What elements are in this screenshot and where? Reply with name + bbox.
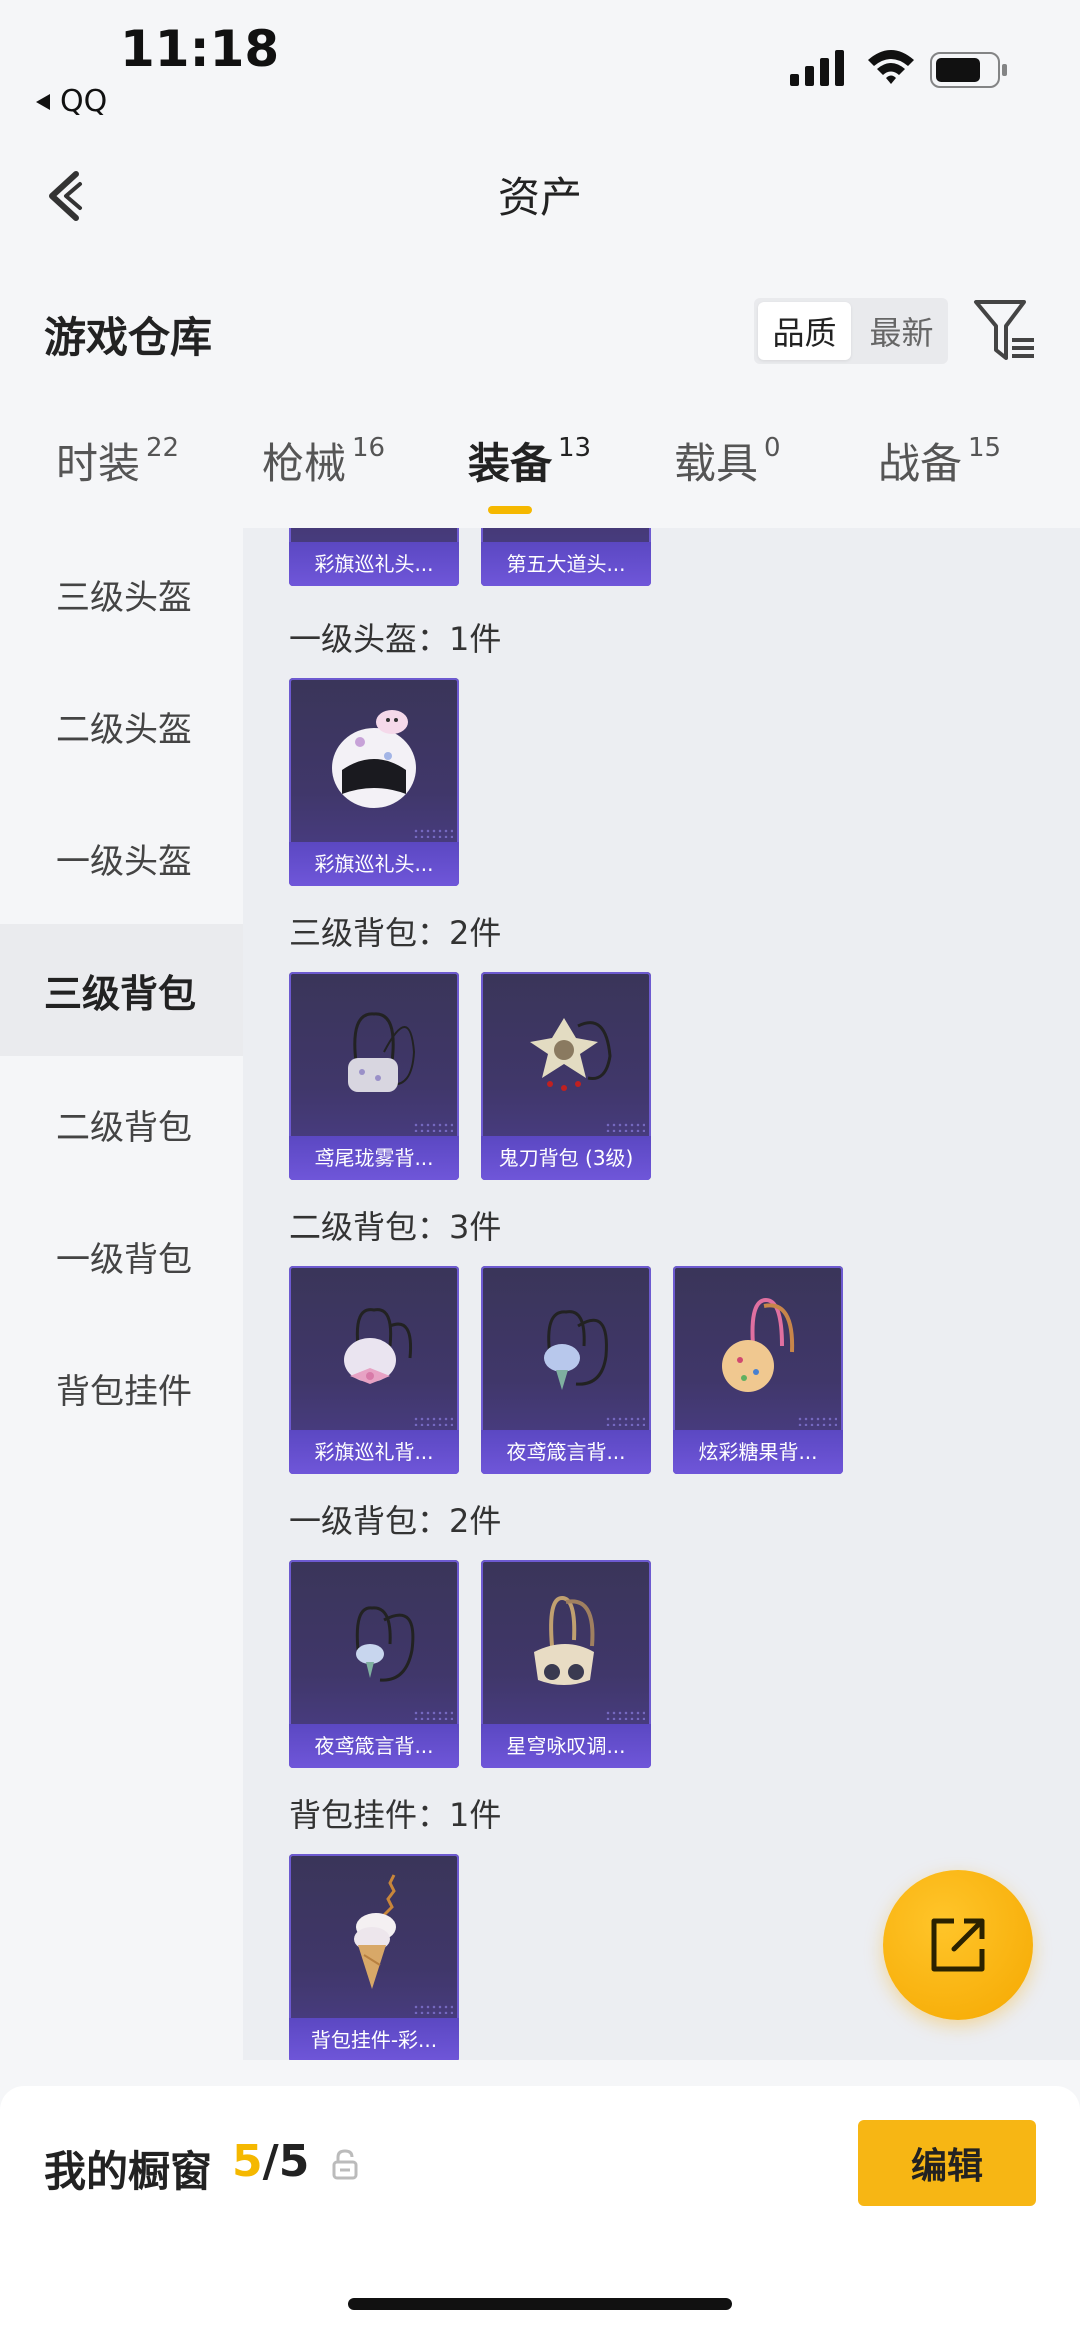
item-card[interactable]: 彩旗巡礼背... (289, 1266, 459, 1474)
sort-toggle: 品质 最新 (754, 298, 948, 364)
back-to-app[interactable]: QQ (34, 84, 107, 119)
item-card[interactable]: 彩旗巡礼头... (289, 678, 459, 886)
sidebar-item-bag-2[interactable]: 二级背包 (0, 1058, 243, 1190)
sidebar-item-bag-3[interactable]: 三级背包 (0, 924, 243, 1056)
sort-quality[interactable]: 品质 (758, 302, 851, 360)
section-title-pendant: 背包挂件：1件 (289, 1796, 502, 1834)
section-title-bag-1: 一级背包：2件 (289, 1502, 502, 1540)
backpack-icon (481, 972, 651, 1132)
item-card[interactable]: 夜鸢箴言背... (289, 1560, 459, 1768)
battery-icon (930, 52, 1007, 88)
item-name: 夜鸢箴言背... (289, 1724, 459, 1768)
tab-count: 0 (764, 433, 781, 463)
wifi-icon (868, 50, 914, 84)
item-name: 彩旗巡礼背... (289, 1430, 459, 1474)
sidebar-item-helmet-1[interactable]: 一级头盔 (0, 792, 243, 924)
back-app-label: QQ (60, 84, 108, 119)
tab-vehicles[interactable]: 载具 0 (674, 430, 781, 491)
tab-fashion[interactable]: 时装 22 (56, 430, 179, 491)
page-title: 资产 (497, 173, 582, 222)
status-bar: 11:18 QQ (0, 0, 1080, 130)
tab-count: 16 (352, 433, 386, 463)
filter-icon[interactable] (970, 296, 1040, 366)
tab-count: 13 (558, 433, 592, 463)
showcase-count-total: /5 (262, 2136, 310, 2187)
share-fab[interactable] (883, 1870, 1033, 2020)
item-card[interactable]: 夜鸢箴言背... (481, 1266, 651, 1474)
ice-cream-pendant-icon (289, 1854, 459, 2014)
item-card[interactable]: 背包挂件-彩... (289, 1854, 459, 2060)
tab-label: 枪械 (262, 439, 347, 488)
item-name: 炫彩糖果背... (673, 1430, 843, 1474)
item-name: 第五大道头... (481, 542, 651, 586)
showcase-label: 我的橱窗 (44, 2147, 213, 2196)
tab-equipment[interactable]: 装备 13 (468, 430, 592, 514)
sidebar-item-bag-1[interactable]: 一级背包 (0, 1190, 243, 1322)
item-card[interactable]: 第五大道头... (481, 528, 651, 586)
tab-count: 15 (968, 433, 1002, 463)
sort-latest[interactable]: 最新 (855, 298, 948, 364)
tab-count: 22 (146, 433, 180, 463)
backpack-icon (673, 1266, 843, 1426)
backpack-icon (481, 1266, 651, 1426)
tab-guns[interactable]: 枪械 16 (262, 430, 385, 491)
item-name: 夜鸢箴言背... (481, 1430, 651, 1474)
section-title-bag-3: 三级背包：2件 (289, 914, 502, 952)
item-card[interactable]: 彩旗巡礼头... (289, 528, 459, 586)
item-name: 鬼刀背包 (3级) (481, 1136, 651, 1180)
item-name: 彩旗巡礼头... (289, 842, 459, 886)
lock-icon (332, 2149, 358, 2180)
item-name: 星穹咏叹调... (481, 1724, 651, 1768)
item-name: 背包挂件-彩... (289, 2018, 459, 2060)
tab-label: 载具 (674, 439, 759, 488)
item-grid: 彩旗巡礼头... 第五大道头... 一级头盔：1件 彩旗巡礼头... 三级背包：… (243, 528, 1080, 2060)
category-tabs: 时装 22 枪械 16 装备 13 载具 0 战备 15 (0, 430, 1080, 530)
back-triangle-icon (36, 93, 50, 110)
showcase-count: 5/5 (232, 2136, 309, 2187)
sidebar-item-helmet-2[interactable]: 二级头盔 (0, 660, 243, 792)
tab-label: 装备 (468, 439, 553, 488)
warehouse-row: 游戏仓库 品质 最新 (0, 290, 1080, 370)
helmet-icon (289, 678, 459, 838)
active-tab-indicator (488, 506, 532, 514)
section-title-bag-2: 二级背包：3件 (289, 1208, 502, 1246)
nav-header: 资产 (0, 140, 1080, 250)
tab-label: 时装 (56, 439, 141, 488)
backpack-icon (289, 972, 459, 1132)
share-icon (931, 1918, 985, 1972)
item-card[interactable]: 鸢尾珑雾背... (289, 972, 459, 1180)
showcase-count-current: 5 (232, 2136, 263, 2187)
warehouse-title: 游戏仓库 (44, 313, 213, 362)
edit-button[interactable]: 编辑 (858, 2120, 1036, 2206)
sidebar-item-helmet-3[interactable]: 三级头盔 (0, 528, 243, 660)
cellular-signal-icon (790, 50, 844, 86)
backpack-icon (289, 1560, 459, 1720)
item-card[interactable]: 鬼刀背包 (3级) (481, 972, 651, 1180)
item-card[interactable]: 炫彩糖果背... (673, 1266, 843, 1474)
sidebar-item-pendant[interactable]: 背包挂件 (0, 1322, 243, 1454)
backpack-icon (481, 1560, 651, 1720)
sidebar: 三级头盔 二级头盔 一级头盔 三级背包 二级背包 一级背包 背包挂件 (0, 528, 243, 2058)
item-name: 彩旗巡礼头... (289, 542, 459, 586)
home-indicator (348, 2298, 732, 2310)
item-name: 鸢尾珑雾背... (289, 1136, 459, 1180)
tab-label: 战备 (878, 439, 963, 488)
section-title-helmet-1: 一级头盔：1件 (289, 620, 502, 658)
clock: 11:18 (120, 20, 280, 78)
backpack-icon (289, 1266, 459, 1426)
tab-supplies[interactable]: 战备 15 (878, 430, 1001, 491)
item-card[interactable]: 星穹咏叹调... (481, 1560, 651, 1768)
